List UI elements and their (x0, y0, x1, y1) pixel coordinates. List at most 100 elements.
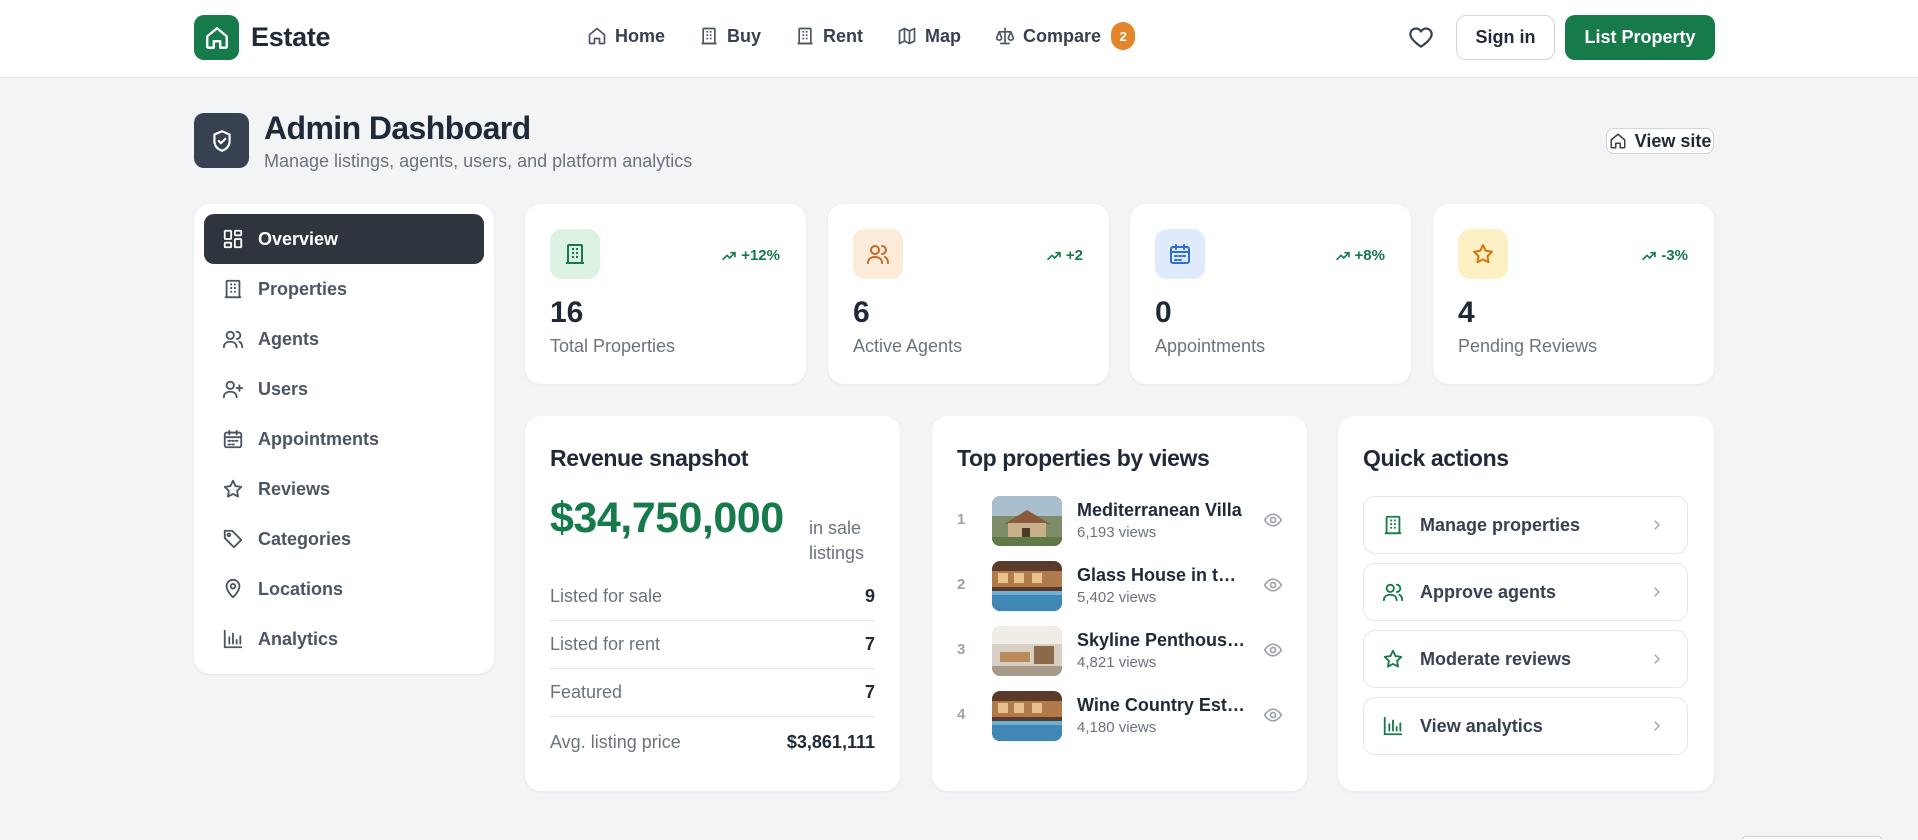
revenue-row: Featured 7 (550, 669, 875, 717)
sidebar-item-label: Overview (258, 228, 339, 249)
property-views: 6,193 views (1077, 524, 1157, 541)
stat-card-active-agents: +2 6 Active Agents (828, 204, 1109, 384)
nav-map[interactable]: Map (897, 26, 961, 47)
admin-sidebar: Overview Properties Agents Users Appoint… (194, 204, 494, 674)
eye-icon[interactable] (1263, 705, 1283, 725)
chevron-right-icon (1654, 654, 1660, 664)
sidebar-item-label: Locations (258, 578, 344, 599)
stat-delta-value: +12% (741, 247, 780, 264)
action-label: Manage properties (1420, 514, 1581, 535)
stat-label: Pending Reviews (1458, 336, 1598, 356)
chevron-right-icon (1654, 587, 1660, 597)
grid-icon (223, 229, 243, 249)
list-item[interactable]: 4 Wine Country Estate 4,180 views (957, 691, 1287, 743)
property-thumbnail (992, 561, 1062, 611)
map-pin-icon (225, 578, 241, 599)
shield-icon (194, 113, 249, 168)
sidebar-item-overview[interactable]: Overview (204, 214, 484, 264)
building-icon (550, 229, 600, 279)
nav-map-label: Map (925, 25, 962, 46)
eye-icon[interactable] (1263, 575, 1283, 595)
approve-agents-button[interactable]: Approve agents (1363, 563, 1688, 621)
sidebar-item-label: Appointments (258, 428, 379, 449)
property-thumbnail (992, 691, 1062, 741)
eye-icon[interactable] (1263, 640, 1283, 660)
trend-up-icon (1047, 251, 1061, 260)
stat-label: Total Properties (550, 336, 676, 356)
action-label: Approve agents (1420, 581, 1557, 602)
sidebar-item-analytics[interactable]: Analytics (204, 614, 484, 664)
stat-value: 0 (1155, 296, 1172, 329)
list-item[interactable]: 1 Mediterranean Villa 6,193 views (957, 496, 1287, 548)
tag-icon (223, 529, 243, 549)
moderate-reviews-button[interactable]: Moderate reviews (1363, 630, 1688, 688)
sidebar-item-label: Analytics (258, 628, 339, 649)
nav-compare[interactable]: Compare 2 (995, 22, 1136, 50)
property-views: 4,180 views (1077, 719, 1157, 736)
view-analytics-button[interactable]: View analytics (1363, 697, 1688, 755)
calendar-icon (1155, 229, 1205, 279)
stat-delta: +12% (721, 247, 780, 264)
corner-tab[interactable] (1742, 836, 1882, 840)
view-site-button[interactable]: View site (1606, 128, 1714, 154)
rank: 3 (957, 641, 966, 658)
heart-icon[interactable] (1408, 25, 1434, 51)
sidebar-item-categories[interactable]: Categories (204, 514, 484, 564)
list-item[interactable]: 3 Skyline Penthouse Suite 4,821 views (957, 626, 1287, 678)
home-icon (588, 27, 606, 45)
stat-label: Active Agents (853, 336, 963, 356)
nav-home[interactable]: Home (587, 26, 665, 47)
stat-card-pending-reviews: -3% 4 Pending Reviews (1433, 204, 1714, 384)
sidebar-item-users[interactable]: Users (204, 364, 484, 414)
map-icon (898, 27, 916, 45)
rank: 4 (957, 706, 966, 723)
sign-in-button[interactable]: Sign in (1456, 15, 1555, 60)
nav-buy[interactable]: Buy (699, 26, 761, 47)
trend-up-icon (1642, 251, 1657, 260)
users-icon (222, 330, 244, 349)
building-icon (701, 27, 717, 45)
scale-icon (995, 27, 1015, 45)
list-item[interactable]: 2 Glass House in the Hills 5,402 views (957, 561, 1287, 613)
trend-up-icon (1335, 251, 1350, 260)
row-value: 9 (864, 586, 875, 606)
list-property-button[interactable]: List Property (1565, 15, 1715, 60)
property-name: Mediterranean Villa (1077, 500, 1242, 520)
nav-buy-label: Buy (727, 25, 762, 46)
stat-value: 4 (1458, 296, 1475, 329)
sidebar-item-locations[interactable]: Locations (204, 564, 484, 614)
row-label: Listed for sale (550, 586, 663, 606)
star-icon (1383, 649, 1403, 668)
stat-delta-value: -3% (1661, 247, 1688, 264)
rank: 1 (957, 511, 966, 528)
star-icon (1458, 229, 1508, 279)
eye-icon[interactable] (1263, 510, 1283, 530)
revenue-row: Avg. listing price $3,861,111 (550, 718, 875, 766)
building-icon (797, 27, 813, 45)
row-label: Listed for rent (550, 634, 661, 654)
panel-title: Top properties by views (957, 445, 1210, 471)
property-views: 5,402 views (1077, 589, 1157, 606)
row-label: Featured (550, 682, 623, 702)
building-icon (1384, 515, 1402, 535)
revenue-unit: in sale listings (809, 518, 865, 563)
property-views: 4,821 views (1077, 654, 1157, 671)
property-name: Glass House in the Hills (1077, 565, 1247, 585)
nav-compare-label: Compare (1023, 25, 1102, 46)
page-title: Admin Dashboard (264, 110, 531, 146)
sidebar-item-agents[interactable]: Agents (204, 314, 484, 364)
manage-properties-button[interactable]: Manage properties (1363, 496, 1688, 554)
calendar-icon (223, 429, 243, 449)
trend-up-icon (722, 251, 737, 260)
sidebar-item-label: Properties (258, 278, 348, 299)
panel-title: Revenue snapshot (550, 445, 749, 471)
sidebar-item-properties[interactable]: Properties (204, 264, 484, 314)
stat-delta: -3% (1641, 247, 1688, 264)
star-icon (223, 479, 243, 498)
nav-rent[interactable]: Rent (795, 26, 863, 47)
sidebar-item-label: Users (258, 378, 309, 399)
brand[interactable]: Estate (194, 15, 331, 60)
sidebar-item-appointments[interactable]: Appointments (204, 414, 484, 464)
stat-delta-value: +2 (1065, 247, 1083, 264)
sidebar-item-reviews[interactable]: Reviews (204, 464, 484, 514)
